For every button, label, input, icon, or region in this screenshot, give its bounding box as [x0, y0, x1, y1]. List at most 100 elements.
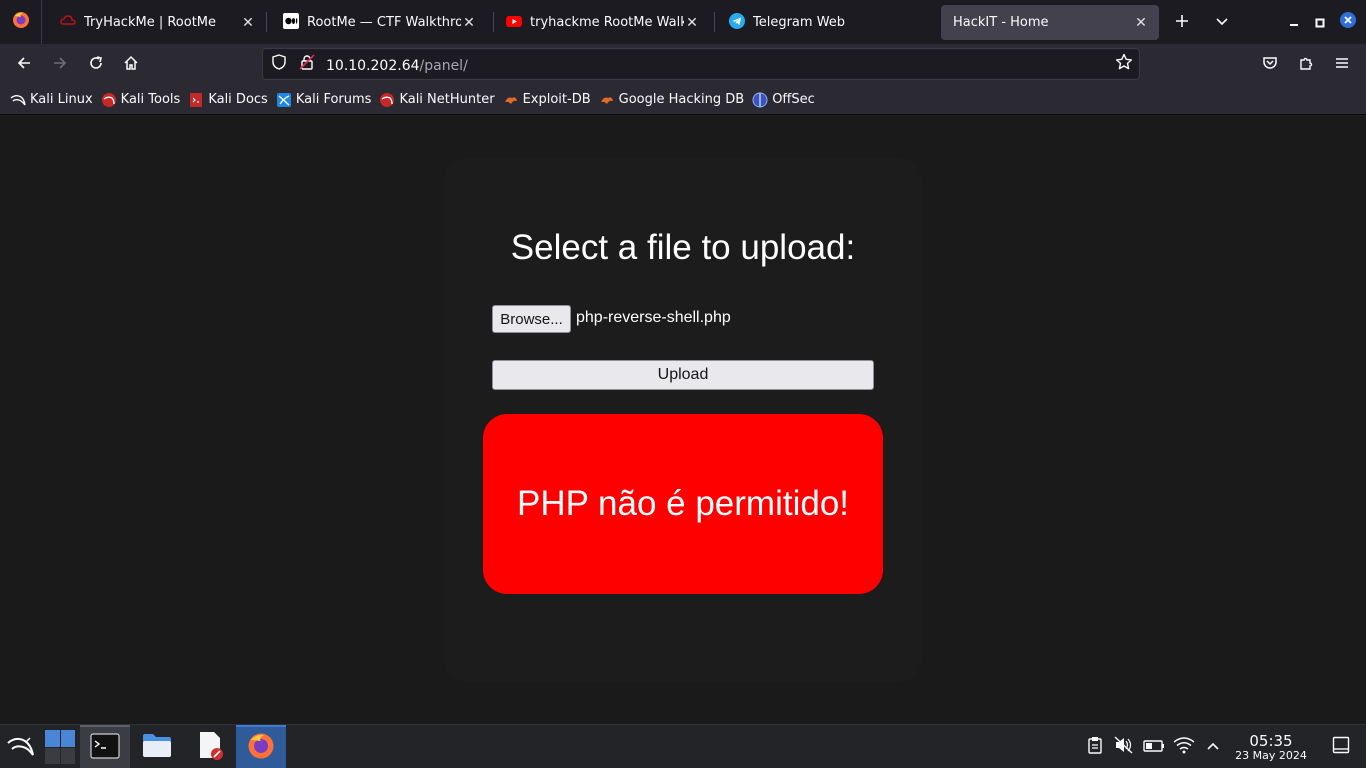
taskbar-terminal[interactable]	[80, 725, 130, 768]
list-all-tabs-button[interactable]	[1208, 8, 1236, 36]
url-path: /panel/	[419, 57, 468, 74]
page-title: Select a file to upload:	[510, 228, 856, 267]
battery-icon	[1143, 738, 1165, 757]
workspace-1[interactable]	[45, 730, 60, 747]
workspace-grid	[45, 730, 75, 764]
volume-muted-icon	[1114, 736, 1134, 758]
tab-youtube[interactable]: tryhackme RootMe Walkthrough ✕	[494, 5, 710, 40]
volume-tray[interactable]	[1114, 736, 1134, 758]
upload-button[interactable]: Upload	[492, 360, 874, 390]
clipboard-icon	[1087, 736, 1103, 758]
tab-title: TryHackMe | RootMe	[84, 15, 217, 30]
bookmark-kali-tools[interactable]: Kali Tools	[101, 92, 180, 108]
page-viewport: Select a file to upload: Browse... php-r…	[0, 116, 1366, 724]
bookmark-exploit-db[interactable]: Exploit-DB	[503, 92, 591, 108]
error-message: PHP não é permitido!	[483, 414, 883, 594]
forward-button[interactable]	[45, 50, 75, 80]
kali-dragon-icon	[10, 92, 26, 108]
bookmark-offsec[interactable]: OffSec	[752, 92, 815, 108]
chevron-down-icon	[1215, 13, 1229, 32]
minimize-button[interactable]	[1284, 12, 1304, 32]
insecure-lock-icon[interactable]	[299, 54, 315, 74]
url-bar[interactable]: 10.10.202.64/panel/	[262, 48, 1140, 80]
tab-strip: TryHackMe | RootMe ✕ RootMe — CTF Walkth…	[0, 0, 1366, 44]
app-menu-button[interactable]	[1327, 50, 1357, 80]
plus-icon	[1175, 13, 1189, 32]
offsec-icon	[752, 92, 768, 108]
puzzle-icon	[1298, 55, 1314, 75]
extensions-button[interactable]	[1291, 50, 1321, 80]
home-icon	[123, 55, 139, 75]
show-desktop-button[interactable]	[1331, 736, 1351, 757]
navigation-toolbar: 10.10.202.64/panel/	[0, 44, 1366, 85]
bookmark-kali-nethunter[interactable]: Kali NetHunter	[379, 92, 495, 108]
terminal-icon	[90, 733, 120, 763]
close-icon	[1339, 11, 1357, 33]
bookmark-label: Google Hacking DB	[618, 92, 745, 107]
bookmark-label: Kali Linux	[30, 92, 93, 107]
close-icon[interactable]: ✕	[684, 15, 700, 31]
taskbar-firefox[interactable]	[236, 725, 286, 768]
close-icon[interactable]: ✕	[461, 15, 477, 31]
new-tab-button[interactable]	[1168, 8, 1196, 36]
reload-button[interactable]	[81, 50, 111, 80]
workspace-pager[interactable]	[44, 725, 76, 768]
workspace-4[interactable]	[60, 747, 75, 764]
wifi-icon	[1173, 736, 1195, 758]
bookmark-kali-docs[interactable]: Kali Docs	[188, 92, 268, 108]
bookmark-kali-linux[interactable]: Kali Linux	[10, 92, 93, 108]
youtube-icon	[506, 13, 522, 33]
telegram-icon	[729, 12, 745, 33]
maximize-button[interactable]	[1310, 12, 1330, 32]
clock-date[interactable]: 23 May 2024	[1232, 749, 1310, 762]
star-icon[interactable]	[1115, 53, 1133, 75]
firefox-view-button[interactable]	[0, 0, 42, 44]
tab-divider	[714, 12, 715, 32]
bookmark-label: Kali NetHunter	[399, 92, 495, 107]
folder-icon	[142, 732, 172, 762]
kali-dragon-icon	[6, 733, 36, 761]
hamburger-menu-icon	[1334, 55, 1350, 75]
browse-button[interactable]: Browse...	[492, 305, 571, 333]
close-window-button[interactable]	[1338, 12, 1358, 32]
tab-medium[interactable]: RootMe — CTF Walkthrough ✕	[271, 5, 487, 40]
selected-file-name: php-reverse-shell.php	[576, 309, 731, 326]
tab-telegram[interactable]: Telegram Web	[717, 5, 933, 40]
tab-title: Telegram Web	[753, 15, 846, 30]
network-tray[interactable]	[1173, 736, 1195, 758]
kali-docs-icon	[188, 92, 204, 108]
workspace-3[interactable]	[45, 747, 60, 764]
error-message-text: PHP não é permitido!	[516, 484, 850, 523]
show-hidden-icons-button[interactable]	[1203, 737, 1223, 757]
shield-icon[interactable]	[271, 54, 287, 74]
pocket-button[interactable]	[1255, 50, 1285, 80]
kali-forums-icon	[276, 92, 292, 108]
close-icon[interactable]: ✕	[240, 15, 256, 31]
clipboard-tray[interactable]	[1085, 737, 1105, 757]
workspace-2[interactable]	[60, 730, 75, 747]
kali-nethunter-icon	[379, 92, 395, 108]
tab-title: HackIT - Home	[953, 15, 1049, 30]
home-button[interactable]	[116, 50, 146, 80]
taskbar-text-editor[interactable]	[186, 725, 234, 768]
taskbar-file-manager[interactable]	[133, 725, 181, 768]
bookmark-label: Kali Forums	[295, 92, 372, 107]
bookmarks-toolbar: Kali Linux Kali Tools Kali Docs Kali For…	[0, 85, 1366, 115]
reload-icon	[88, 55, 104, 75]
arrow-right-icon	[52, 55, 68, 75]
tryhackme-icon	[60, 13, 76, 33]
close-icon[interactable]: ✕	[1133, 15, 1149, 31]
battery-tray[interactable]	[1143, 737, 1165, 757]
arrow-left-icon	[16, 55, 32, 75]
bookmark-kali-forums[interactable]: Kali Forums	[276, 92, 372, 108]
tab-hackit-home[interactable]: HackIT - Home ✕	[941, 5, 1159, 40]
url-text[interactable]: 10.10.202.64/panel/	[326, 55, 468, 74]
bookmark-google-hacking-db[interactable]: Google Hacking DB	[599, 92, 745, 108]
pocket-icon	[1262, 55, 1278, 75]
tab-divider	[266, 12, 267, 32]
firefox-icon	[12, 11, 30, 33]
tab-tryhackme[interactable]: TryHackMe | RootMe ✕	[48, 5, 266, 40]
application-menu-button[interactable]	[0, 725, 42, 768]
clock-time[interactable]: 05:35	[1232, 732, 1310, 750]
back-button[interactable]	[9, 50, 39, 80]
